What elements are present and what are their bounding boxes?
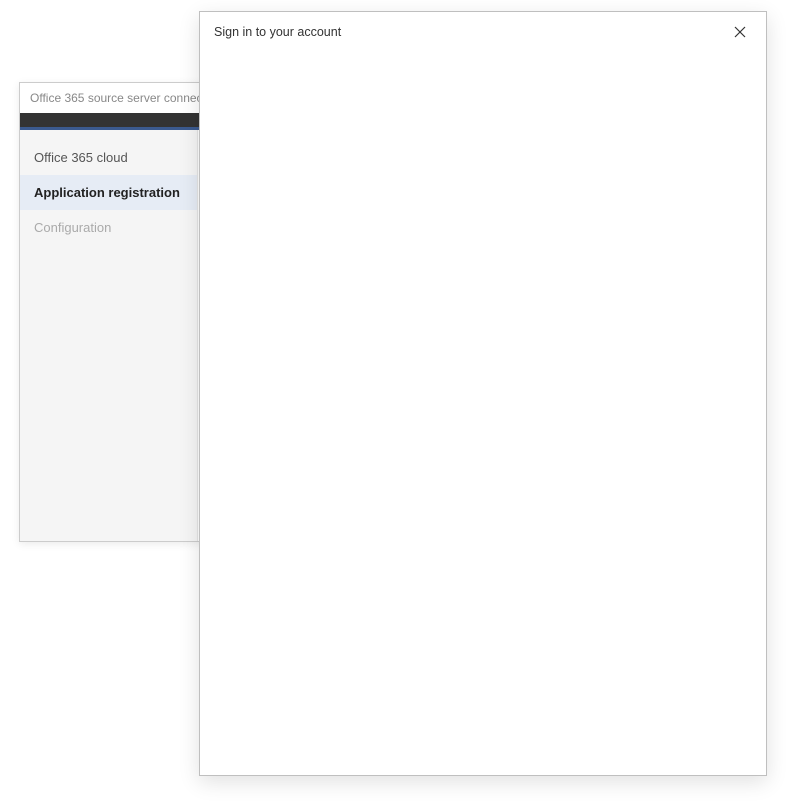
sign-in-dialog: Sign in to your account — [199, 11, 767, 776]
sidebar-item-office-365-cloud[interactable]: Office 365 cloud — [20, 140, 197, 175]
dialog-title: Sign in to your account — [214, 25, 341, 39]
sidebar-item-application-registration[interactable]: Application registration — [20, 175, 197, 210]
sidebar-item-configuration[interactable]: Configuration — [20, 210, 197, 245]
sidebar-item-label: Application registration — [34, 185, 180, 200]
dialog-header: Sign in to your account — [200, 12, 766, 52]
close-button[interactable] — [728, 20, 752, 44]
background-window-title: Office 365 source server connection — [30, 91, 222, 105]
sidebar: Office 365 cloud Application registratio… — [20, 130, 198, 541]
close-icon — [734, 26, 746, 38]
sidebar-item-label: Configuration — [34, 220, 111, 235]
sidebar-item-label: Office 365 cloud — [34, 150, 128, 165]
